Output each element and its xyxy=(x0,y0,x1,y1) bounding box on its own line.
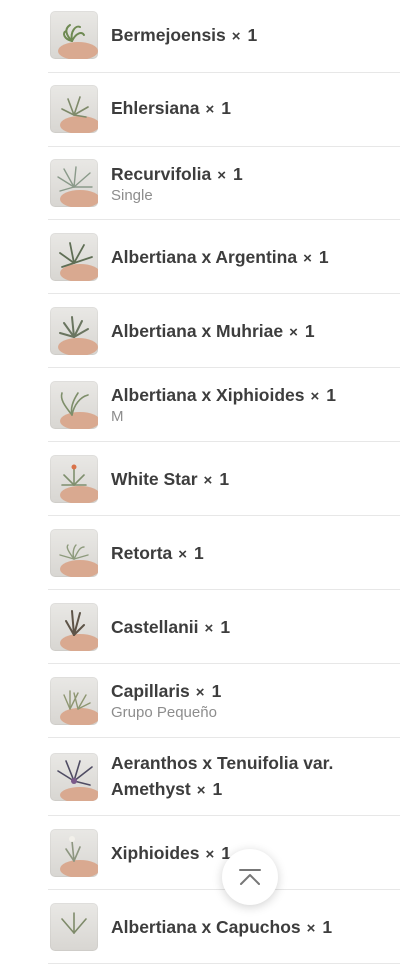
item-name: Albertiana x Muhriae × 1 xyxy=(111,318,380,346)
item-name: Capillaris × 1 xyxy=(111,678,380,706)
scroll-to-top-button[interactable] xyxy=(222,849,278,905)
plant-thumbnail xyxy=(50,307,98,355)
list-item[interactable]: Retorta × 1 xyxy=(48,516,400,590)
product-name: Albertiana x Argentina xyxy=(111,247,298,267)
item-name: White Star × 1 xyxy=(111,466,380,494)
quantity: × 1 xyxy=(306,917,333,937)
plant-thumbnail xyxy=(50,159,98,207)
item-variant: M xyxy=(111,408,124,425)
item-name: Ehlersiana × 1 xyxy=(111,95,380,123)
list-item[interactable]: Recurvifolia × 1 Single xyxy=(48,147,400,220)
quantity: × 1 xyxy=(231,25,258,45)
product-name: Ehlersiana xyxy=(111,98,200,118)
item-name: Albertiana x Argentina × 1 xyxy=(111,244,380,272)
plant-thumbnail xyxy=(50,233,98,281)
quantity: × 1 xyxy=(204,617,231,637)
item-name: Aeranthos x Tenuifolia var. Amethyst × 1 xyxy=(111,750,380,804)
list-item[interactable]: Ehlersiana × 1 xyxy=(48,73,400,147)
quantity: × 1 xyxy=(303,247,329,267)
plant-thumbnail xyxy=(50,903,98,951)
list-item[interactable]: White Star × 1 xyxy=(48,442,400,516)
list-item[interactable]: Bermejoensis × 1 xyxy=(48,0,400,73)
chevron-up-bar-icon xyxy=(239,869,261,885)
list-item[interactable]: Albertiana x Muhriae × 1 xyxy=(48,294,400,368)
list-item[interactable]: Castellanii × 1 xyxy=(48,590,400,664)
list-item[interactable]: Albertiana x Xiphioides × 1 M xyxy=(48,368,400,442)
plant-thumbnail xyxy=(50,677,98,725)
product-name: Bermejoensis xyxy=(111,25,226,45)
plant-thumbnail xyxy=(50,753,98,801)
product-name: Albertiana x Muhriae xyxy=(111,321,284,341)
quantity: × 1 xyxy=(178,543,204,563)
quantity: × 1 xyxy=(289,321,315,341)
item-name: Albertiana x Xiphioides × 1 xyxy=(111,382,380,410)
item-name: Castellanii × 1 xyxy=(111,614,380,642)
plant-thumbnail xyxy=(50,11,98,59)
item-name: Recurvifolia × 1 xyxy=(111,161,380,189)
plant-thumbnail xyxy=(50,381,98,429)
product-name: Recurvifolia xyxy=(111,164,212,184)
item-name: Bermejoensis × 1 xyxy=(111,22,380,50)
product-name: White Star xyxy=(111,469,198,489)
plant-thumbnail xyxy=(50,529,98,577)
item-variant: Single xyxy=(111,187,153,204)
quantity: × 1 xyxy=(196,779,223,799)
quantity: × 1 xyxy=(203,469,230,489)
plant-thumbnail xyxy=(50,829,98,877)
list-item[interactable]: Albertiana x Argentina × 1 xyxy=(48,220,400,294)
quantity: × 1 xyxy=(205,98,232,118)
product-name: Albertiana x Capuchos xyxy=(111,917,301,937)
item-name: Albertiana x Capuchos × 1 xyxy=(111,914,380,942)
item-name: Retorta × 1 xyxy=(111,540,380,568)
plant-thumbnail xyxy=(50,603,98,651)
product-name: Albertiana x Xiphioides xyxy=(111,385,305,405)
plant-thumbnail xyxy=(50,455,98,503)
quantity: × 1 xyxy=(217,164,243,184)
quantity: × 1 xyxy=(195,681,222,701)
list-item[interactable]: Albertiana x Capuchos × 1 xyxy=(48,890,400,964)
product-name: Retorta xyxy=(111,543,173,563)
list-item[interactable]: Capillaris × 1 Grupo Pequeño xyxy=(48,664,400,738)
item-variant: Grupo Pequeño xyxy=(111,704,217,721)
product-name: Xiphioides xyxy=(111,843,200,863)
list-item[interactable]: Aeranthos x Tenuifolia var. Amethyst × 1 xyxy=(48,738,400,816)
plant-thumbnail xyxy=(50,85,98,133)
quantity: × 1 xyxy=(310,385,337,405)
product-name: Castellanii xyxy=(111,617,199,637)
product-name: Capillaris xyxy=(111,681,190,701)
